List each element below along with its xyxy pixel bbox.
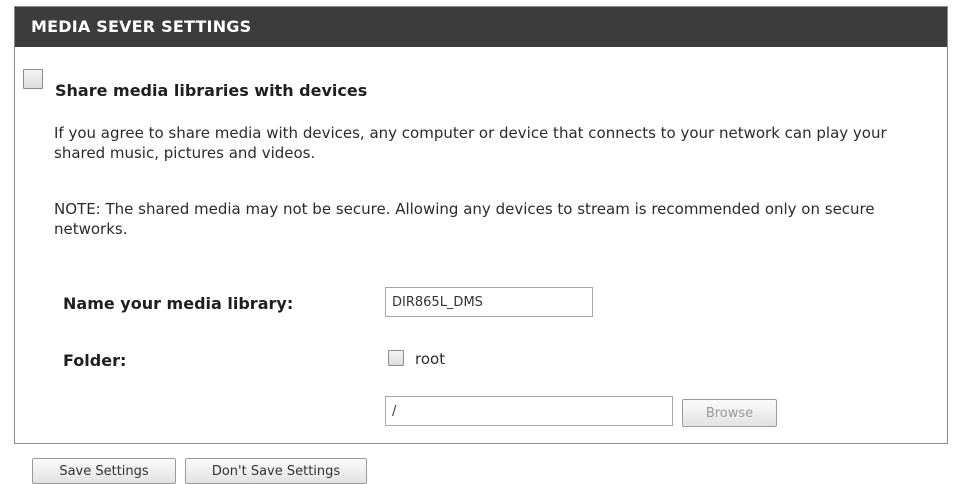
root-folder-checkbox[interactable] (388, 350, 404, 366)
folder-label: Folder: (63, 351, 127, 370)
media-server-settings-panel: MEDIA SEVER SETTINGS Share media librari… (14, 6, 948, 444)
media-library-name-label: Name your media library: (63, 294, 294, 313)
panel-title: MEDIA SEVER SETTINGS (15, 7, 947, 47)
share-media-checkbox[interactable] (23, 69, 43, 89)
folder-path-input[interactable] (385, 396, 673, 426)
browse-button[interactable]: Browse (682, 399, 777, 427)
save-settings-button[interactable]: Save Settings (32, 458, 176, 484)
share-media-label: Share media libraries with devices (55, 81, 368, 100)
dont-save-settings-button[interactable]: Don't Save Settings (185, 458, 367, 484)
media-library-name-input[interactable] (385, 287, 593, 317)
share-info-text: If you agree to share media with devices… (54, 124, 887, 162)
root-folder-label: root (415, 350, 446, 368)
security-note-text: NOTE: The shared media may not be secure… (54, 200, 875, 238)
